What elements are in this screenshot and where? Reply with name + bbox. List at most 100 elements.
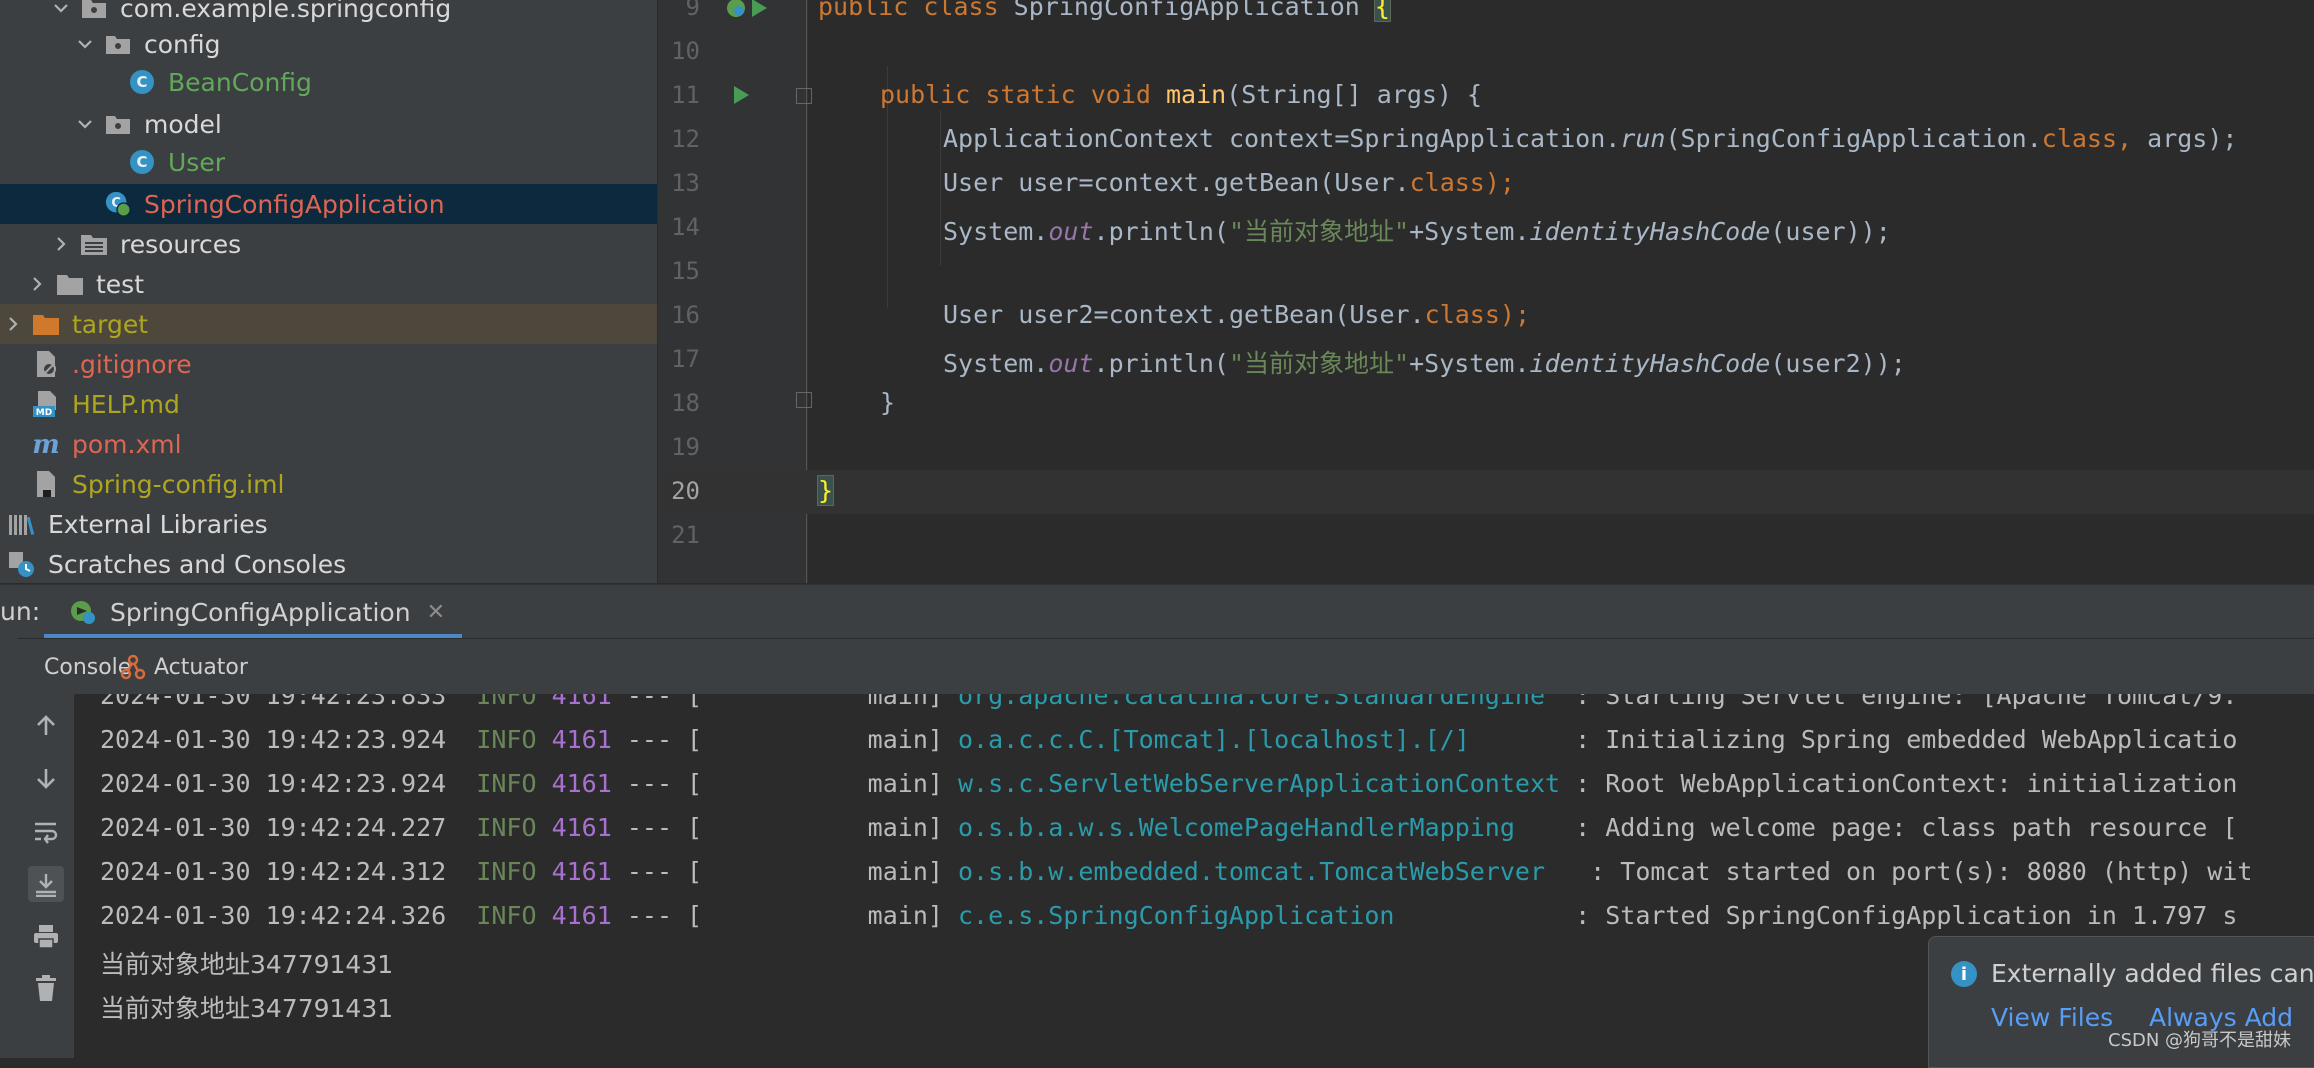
log-logger[interactable]: o.a.c.c.C.[Tomcat].[localhost].[/]	[958, 725, 1560, 754]
code-line-16[interactable]: 16 User user2=context.getBean(User.class…	[658, 294, 2314, 338]
log-timestamp: 2024-01-30 19:42:24.312	[100, 857, 447, 886]
tree-item-model[interactable]: model	[0, 104, 657, 144]
actuator-icon	[118, 652, 148, 682]
scroll-to-end-icon	[36, 874, 56, 897]
chevron-down-icon[interactable]	[74, 113, 96, 135]
log-pid: 4161	[551, 725, 612, 754]
tree-item-test[interactable]: test	[0, 264, 657, 304]
log-level: INFO	[476, 813, 537, 842]
chevron-down-icon[interactable]	[74, 33, 96, 55]
tree-item-label: BeanConfig	[168, 68, 312, 97]
info-icon: i	[1951, 961, 1977, 987]
spring-boot-run-icon	[68, 597, 98, 627]
log-separator: --- [	[611, 694, 703, 710]
tree-item-label: External Libraries	[48, 510, 268, 539]
tree-item-label: test	[96, 270, 145, 299]
log-logger[interactable]: o.s.b.a.w.s.WelcomePageHandlerMapping	[958, 813, 1560, 842]
tree-item-gitignore[interactable]: .gitignore	[0, 344, 657, 384]
fold-marker[interactable]	[796, 88, 812, 104]
tree-item-label: target	[72, 310, 149, 339]
code-line-10[interactable]: 10	[658, 30, 2314, 74]
code-line-14[interactable]: 14 System.out.println("当前对象地址"+System.id…	[658, 206, 2314, 250]
log-message: : Started SpringConfigApplication in 1.7…	[1560, 901, 2238, 930]
log-line: 2024-01-30 19:42:24.227 INFO 4161 --- [ …	[100, 813, 2237, 842]
log-level: INFO	[476, 694, 537, 710]
tree-item-springconfigapplication[interactable]: C SpringConfigApplication	[0, 184, 657, 224]
code-line-19[interactable]: 19	[658, 426, 2314, 470]
scroll-down-button[interactable]	[28, 760, 64, 796]
tree-item-pom-xml[interactable]: m pom.xml	[0, 424, 657, 464]
tree-item-help-md[interactable]: MD HELP.md	[0, 384, 657, 424]
scroll-to-end-button[interactable]	[28, 866, 64, 902]
package-icon	[104, 110, 132, 138]
code-line-15[interactable]: 15	[658, 250, 2314, 294]
tab-actuator[interactable]: Actuator	[118, 639, 248, 695]
code-line-21[interactable]: 21	[658, 514, 2314, 558]
line-number: 10	[671, 37, 700, 65]
code-line-17[interactable]: 17 System.out.println("当前对象地址"+System.id…	[658, 338, 2314, 382]
code-editor[interactable]: 9 public class SpringConfigApplication {…	[658, 0, 2314, 583]
line-number: 15	[671, 257, 700, 285]
code-line-20[interactable]: 20 }	[658, 470, 2314, 514]
log-separator: --- [	[611, 725, 703, 754]
fold-marker[interactable]	[796, 392, 812, 408]
tree-item-user[interactable]: C User	[0, 142, 657, 182]
chevron-right-icon[interactable]	[50, 233, 72, 255]
tree-item-target[interactable]: target	[0, 304, 657, 344]
program-output-line: 当前对象地址347791431	[100, 950, 394, 979]
log-pid: 4161	[551, 813, 612, 842]
code-line-13[interactable]: 13 User user=context.getBean(User.class)…	[658, 162, 2314, 206]
package-icon	[80, 0, 108, 22]
log-line: 2024-01-30 19:42:24.312 INFO 4161 --- [ …	[100, 857, 2252, 886]
log-pid: 4161	[551, 857, 612, 886]
run-main-icon[interactable]	[734, 86, 749, 104]
maven-icon: m	[32, 430, 60, 458]
print-button[interactable]	[28, 918, 64, 954]
code-line-18[interactable]: 18 }	[658, 382, 2314, 426]
program-output-line: 当前对象地址347791431	[100, 994, 394, 1023]
run-config-tab[interactable]: SpringConfigApplication ✕	[58, 585, 461, 639]
run-label: un:	[0, 597, 41, 626]
line-number: 20	[671, 477, 700, 505]
line-number: 9	[685, 0, 700, 21]
log-timestamp: 2024-01-30 19:42:23.924	[100, 769, 447, 798]
log-level: INFO	[476, 769, 537, 798]
scroll-up-button[interactable]	[28, 708, 64, 744]
line-number: 11	[671, 81, 700, 109]
log-logger[interactable]: w.s.c.ServletWebServerApplicationContext	[958, 769, 1560, 798]
code-text: System.out.println("当前对象地址"+System.ident…	[943, 217, 1891, 246]
code-line-11[interactable]: 11 public static void main(String[] args…	[658, 74, 2314, 118]
run-tool-window-header: un: SpringConfigApplication ✕	[0, 584, 2314, 639]
log-logger[interactable]: org.apache.catalina.core.StandardEngine	[958, 694, 1560, 710]
close-icon[interactable]: ✕	[427, 600, 445, 625]
log-line: 2024-01-30 19:42:23.924 INFO 4161 --- [ …	[100, 725, 2237, 754]
tree-item-config[interactable]: config	[0, 24, 657, 64]
chevron-right-icon[interactable]	[2, 313, 24, 335]
tree-item-external-libraries[interactable]: External Libraries	[0, 504, 657, 544]
tree-item-beanconfig[interactable]: C BeanConfig	[0, 62, 657, 102]
spring-bean-gutter-icon[interactable]	[722, 0, 750, 22]
run-class-icon[interactable]	[752, 0, 767, 17]
scratches-icon	[8, 550, 36, 578]
chevron-right-icon[interactable]	[26, 273, 48, 295]
print-icon	[34, 925, 58, 949]
soft-wrap-button[interactable]	[28, 814, 64, 850]
tree-item-resources[interactable]: resources	[0, 224, 657, 264]
log-separator: --- [	[611, 901, 703, 930]
tab-actuator-label: Actuator	[154, 654, 248, 680]
log-message: : Starting Servlet engine: [Apache Tomca…	[1560, 694, 2238, 710]
view-files-link[interactable]: View Files	[1991, 1003, 2113, 1032]
tree-item-scratches-and-consoles[interactable]: Scratches and Consoles	[0, 544, 657, 583]
svg-text:m: m	[32, 431, 60, 457]
soft-wrap-icon	[35, 822, 58, 844]
chevron-down-icon[interactable]	[50, 0, 72, 19]
log-timestamp: 2024-01-30 19:42:24.227	[100, 813, 447, 842]
code-line-9[interactable]: 9 public class SpringConfigApplication {	[658, 0, 2314, 30]
log-logger[interactable]: o.s.b.w.embedded.tomcat.TomcatWebServer	[958, 857, 1575, 886]
arrow-down-icon	[37, 769, 55, 789]
log-logger[interactable]: c.e.s.SpringConfigApplication	[958, 901, 1560, 930]
code-text: }	[816, 475, 835, 506]
tree-item-spring-config-iml[interactable]: Spring-config.iml	[0, 464, 657, 504]
clear-all-button[interactable]	[28, 970, 64, 1006]
code-line-12[interactable]: 12 ApplicationContext context=SpringAppl…	[658, 118, 2314, 162]
